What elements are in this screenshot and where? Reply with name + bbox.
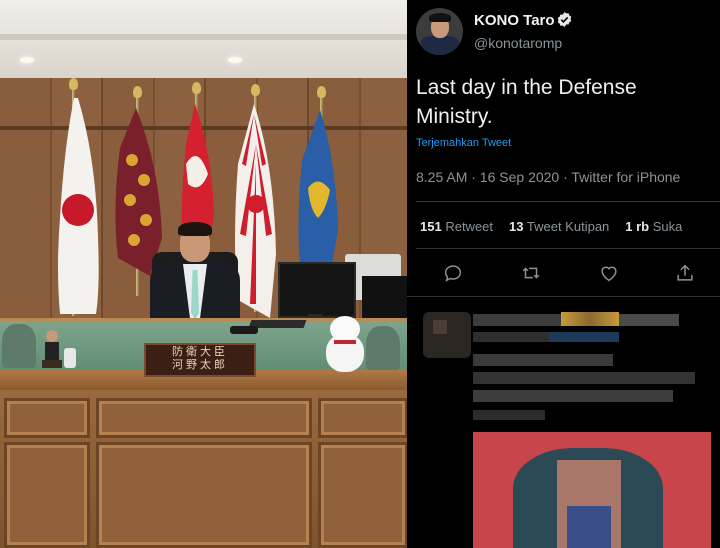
like-icon[interactable]	[598, 262, 620, 284]
blur-block	[473, 332, 549, 342]
ceiling-light	[20, 57, 34, 63]
ceiling	[0, 0, 407, 78]
translate-tweet-link[interactable]: Terjemahkan Tweet	[416, 137, 511, 149]
quote-count: 13	[509, 219, 524, 234]
tweet-photo[interactable]: 防衛大臣 河野太郎	[0, 0, 407, 548]
lion-statue-left	[2, 324, 36, 368]
japan-flag	[58, 98, 99, 314]
blur-block	[433, 320, 447, 334]
blur-block	[473, 410, 545, 420]
ceiling-beam	[0, 34, 407, 40]
avatar-hair	[429, 13, 451, 22]
ceiling-light	[228, 57, 242, 63]
blur-block	[619, 314, 679, 326]
computer-monitor	[278, 262, 356, 318]
desk-nameplate: 防衛大臣 河野太郎	[144, 343, 256, 377]
author-handle[interactable]: @konotaromp	[474, 35, 562, 51]
blur-block	[561, 312, 619, 326]
desk-panel	[318, 442, 407, 548]
blur-block	[567, 506, 611, 548]
blur-block	[549, 332, 619, 342]
defense-ministry-flag	[298, 110, 338, 264]
nameplate-name: 河野太郎	[172, 358, 228, 371]
pole-finial	[69, 78, 78, 90]
quote-label: Tweet Kutipan	[526, 219, 610, 234]
desk-panel	[4, 398, 90, 438]
divider	[407, 296, 720, 297]
teddy-bear	[322, 314, 368, 372]
cup	[64, 348, 76, 368]
blur-block	[473, 354, 613, 366]
tweet-stats: 151 Retweet 13 Tweet Kutipan 1 rb Suka	[420, 219, 682, 234]
bear-collar	[334, 340, 356, 344]
bear-head	[330, 316, 360, 342]
retweet-icon[interactable]	[520, 262, 542, 284]
lion-statue-right	[366, 326, 400, 370]
blur-block	[473, 314, 569, 326]
share-icon[interactable]	[674, 262, 696, 284]
desk-panel	[318, 398, 407, 438]
phone	[230, 326, 258, 334]
retweet-count: 151	[420, 219, 442, 234]
author-name[interactable]: KONO Taro	[474, 12, 555, 29]
retweet-label: Retweet	[445, 219, 494, 234]
divider	[416, 201, 720, 202]
like-count: 1 rb	[625, 219, 650, 234]
desk-panel	[96, 398, 312, 438]
like-label: Suka	[652, 219, 683, 234]
tweet-timestamp[interactable]: 8.25 AM · 16 Sep 2020 · Twitter for iPho…	[416, 169, 680, 185]
second-monitor	[362, 276, 407, 324]
tweet-panel: KONO Taro @konotaromp Last day in the De…	[407, 0, 720, 548]
tweet-actions	[416, 262, 720, 284]
retweet-stat[interactable]: 151 Retweet	[420, 219, 493, 234]
nameplate-title: 防衛大臣	[172, 345, 228, 358]
avatar-suit	[420, 36, 460, 55]
person-hair	[178, 222, 212, 236]
divider	[416, 248, 720, 249]
verified-badge-icon	[557, 12, 572, 27]
blurred-reply[interactable]	[407, 300, 720, 548]
pole-finial	[317, 86, 326, 98]
desk-panel	[4, 442, 90, 548]
blurred-avatar	[423, 312, 471, 358]
desk-front	[0, 390, 407, 548]
pole-finial	[251, 84, 260, 96]
figurine	[42, 330, 62, 368]
desk-panel	[96, 442, 312, 548]
pole-finial	[133, 86, 142, 98]
tweet-text: Last day in the Defense Ministry.	[416, 76, 637, 128]
avatar[interactable]	[416, 8, 463, 55]
like-stat[interactable]: 1 rb Suka	[625, 219, 682, 234]
reply-icon[interactable]	[442, 262, 464, 284]
quote-stat[interactable]: 13 Tweet Kutipan	[509, 219, 609, 234]
blur-block	[473, 372, 695, 384]
pole-finial	[192, 82, 201, 94]
blur-block	[473, 390, 673, 402]
